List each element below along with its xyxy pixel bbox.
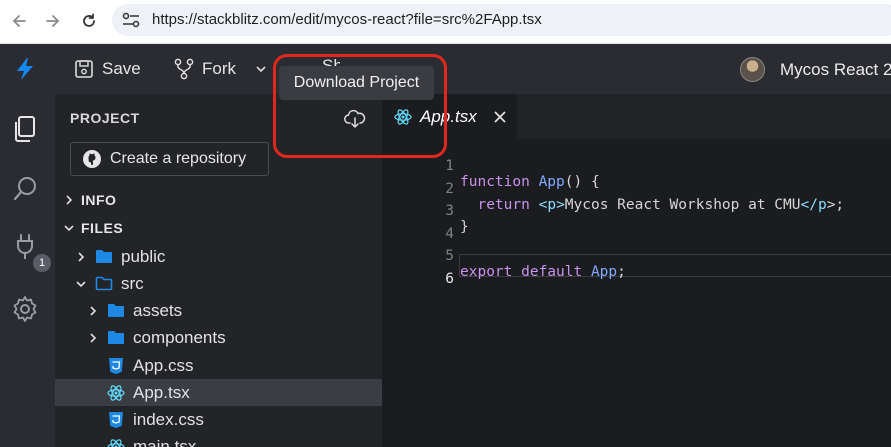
fork-button[interactable]: Fork (174, 57, 236, 81)
save-label: Save (102, 59, 141, 78)
project-name[interactable]: Mycos React 2 (780, 60, 891, 80)
css-file-icon (109, 357, 123, 374)
react-file-icon (394, 108, 412, 125)
extensions-badge: 1 (33, 254, 51, 272)
tree-item-components[interactable]: components (55, 324, 382, 351)
avatar[interactable] (740, 57, 765, 82)
code-line: 1 function App() { (382, 142, 891, 190)
tree-item-label: App.tsx (133, 382, 190, 402)
code-line: 6 (382, 255, 891, 287)
chevron-down-icon (76, 280, 86, 287)
tree-item-main-tsx[interactable]: main.tsx (55, 433, 382, 447)
react-file-icon (107, 384, 125, 401)
tree-item-src[interactable]: src (55, 270, 382, 297)
save-icon (75, 60, 93, 78)
forward-button[interactable] (42, 10, 64, 32)
code-line: 2 return <p>Mycos React Workshop at CMU<… (382, 165, 891, 213)
download-project-tooltip: Download Project (279, 66, 434, 100)
folder-open-icon (95, 276, 113, 291)
section-info[interactable]: INFO (55, 186, 382, 214)
search-icon[interactable] (10, 174, 40, 204)
app-toolbar: Save Fork Sh Mycos React 2 (0, 44, 891, 94)
browser-chrome: https://stackblitz.com/edit/mycos-react?… (0, 0, 891, 44)
tree-item-public[interactable]: public (55, 243, 382, 270)
section-info-label: INFO (81, 192, 117, 208)
tree-item-label: index.css (133, 409, 204, 429)
chevron-right-icon (90, 305, 97, 316)
tree-item-label: components (133, 327, 226, 347)
url-text: https://stackblitz.com/edit/mycos-react?… (152, 11, 542, 28)
code-line: 5 export default App; (382, 232, 891, 280)
code-line: 3 } (382, 187, 891, 235)
tree-item-label: App.css (133, 355, 194, 375)
tree-item-assets[interactable]: assets (55, 297, 382, 324)
close-icon[interactable] (493, 110, 507, 124)
code-editor[interactable]: App.tsx 1 function App() { 2 return <p>M… (382, 94, 891, 447)
chevron-down-icon[interactable] (254, 62, 268, 76)
code-line: 4 (382, 210, 891, 242)
tree-item-label: assets (133, 300, 183, 320)
folder-icon (108, 304, 124, 317)
folder-icon (108, 331, 124, 344)
download-project-icon[interactable] (344, 110, 366, 128)
arrow-left-icon (13, 15, 26, 27)
section-files[interactable]: FILES (55, 214, 382, 242)
arrow-right-icon (46, 15, 59, 27)
save-button[interactable]: Save (74, 57, 141, 81)
tree-item-index-css[interactable]: index.css (55, 406, 382, 433)
back-button[interactable] (8, 10, 30, 32)
chevron-right-icon (66, 195, 73, 205)
reload-button[interactable] (78, 10, 100, 32)
line-number: 6 (445, 271, 454, 287)
section-files-label: FILES (81, 220, 124, 236)
github-icon (83, 150, 101, 168)
editor-tabbar: App.tsx (382, 94, 891, 139)
reload-icon (83, 13, 95, 27)
tree-item-app-css[interactable]: App.css (55, 352, 382, 379)
css-file-icon (109, 411, 123, 428)
react-file-icon (107, 438, 125, 447)
stackblitz-logo-icon[interactable] (12, 56, 38, 82)
tree-item-label: main.tsx (133, 436, 197, 447)
fork-label: Fork (202, 59, 236, 78)
address-bar[interactable]: https://stackblitz.com/edit/mycos-react?… (112, 4, 891, 36)
project-sidebar: PROJECT Create a repository INFO FILES p… (55, 94, 382, 447)
create-repository-label: Create a repository (110, 150, 247, 167)
activity-bar: 1 (0, 94, 55, 447)
site-settings-icon[interactable] (122, 12, 140, 28)
tree-item-app-tsx[interactable]: App.tsx (55, 379, 382, 406)
tree-item-label: src (121, 273, 144, 293)
chevron-down-icon (64, 225, 74, 232)
folder-icon (96, 250, 112, 263)
chevron-right-icon (78, 251, 85, 262)
create-repository-button[interactable]: Create a repository (70, 142, 269, 176)
tree-item-label: public (121, 246, 166, 266)
chevron-right-icon (90, 332, 97, 343)
fork-icon (174, 58, 194, 80)
sidebar-title: PROJECT (70, 110, 140, 126)
tab-app-tsx[interactable]: App.tsx (382, 94, 517, 139)
files-icon[interactable] (10, 114, 40, 144)
tab-label: App.tsx (420, 106, 477, 126)
gear-icon[interactable] (10, 294, 40, 324)
